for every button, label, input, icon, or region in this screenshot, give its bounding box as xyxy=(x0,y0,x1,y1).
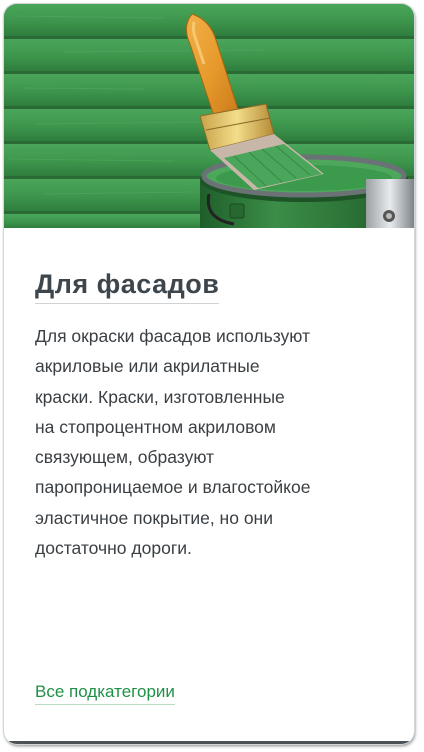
category-image[interactable] xyxy=(4,4,414,228)
all-subcategories-link[interactable]: Все подкатегории xyxy=(35,680,175,705)
description-line: Для окраски фасадов используют xyxy=(35,326,311,346)
category-card[interactable]: Для фасадов Для окраски фасадов использу… xyxy=(4,4,414,744)
description-line: связующем, образуют xyxy=(35,447,215,468)
description-line: на стопроцентном акриловом xyxy=(35,416,276,437)
card-title[interactable]: Для фасадов xyxy=(35,265,220,304)
description-line: акриловые или акрилатные xyxy=(35,356,260,377)
description-line: достаточно дороги. xyxy=(35,538,192,559)
card-description: Для окраски фасадов используют акриловые… xyxy=(35,321,395,563)
description-line: краски. Краски, изготовленные xyxy=(35,386,285,407)
description-line: паропроницаемое и влагостойкое xyxy=(35,477,311,498)
description-line: эластичное покрытие, но они xyxy=(35,507,273,528)
